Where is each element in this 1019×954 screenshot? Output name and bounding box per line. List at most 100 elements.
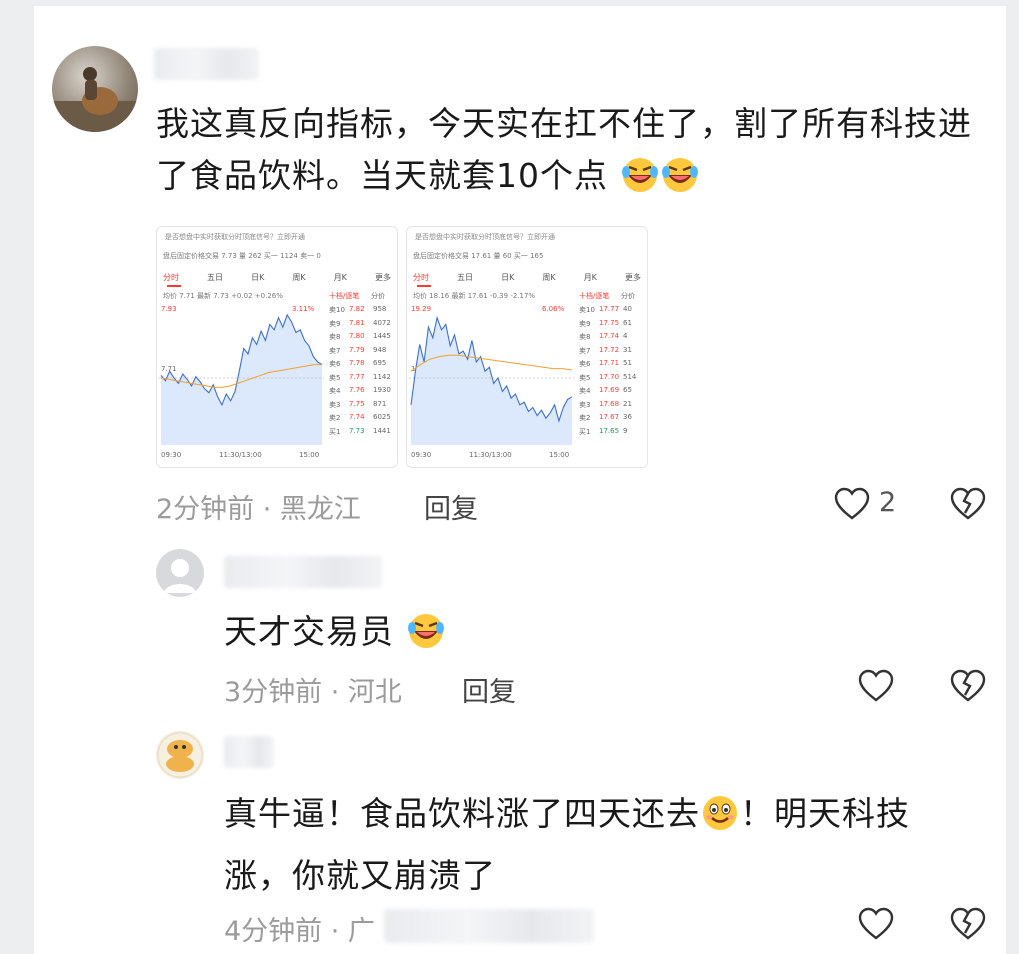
book-level-label: 卖2: [329, 414, 341, 422]
like-button[interactable]: [856, 904, 896, 944]
chart-banner: 是否想盘中实时获取分时顶底信号？立即开通: [165, 233, 305, 241]
avatar[interactable]: [156, 731, 204, 779]
book-level-price: 17.65: [599, 426, 620, 435]
book-level-label: 卖4: [579, 387, 591, 395]
username-blurred[interactable]: [154, 48, 259, 80]
comment-time-location: 4分钟前 · 广: [224, 916, 375, 947]
book-level-volume: 4072: [373, 318, 391, 327]
book-level-label: 卖9: [329, 319, 341, 328]
chart-tab[interactable]: 月K: [584, 272, 597, 283]
tab-underline: [167, 285, 181, 287]
chart-tab[interactable]: 日K: [251, 272, 264, 283]
book-level-price: 17.70: [599, 372, 620, 381]
reply-line-1-tail: ！明天科技: [740, 794, 910, 833]
reply-text-content: 天才交易员: [224, 612, 394, 651]
reply-line-2: 涨，你就又崩溃了: [224, 856, 496, 895]
dislike-button[interactable]: [948, 904, 988, 944]
comment-time-location: 2分钟前 · 黑龙江: [156, 494, 361, 525]
book-level-label: 买1: [329, 427, 341, 436]
avatar-photo-icon: [52, 67, 138, 132]
chart-tab[interactable]: 五日: [457, 272, 473, 283]
book-level-volume: 1930: [373, 386, 391, 394]
broken-heart-icon: [950, 669, 986, 702]
chart-banner: 是否想盘中实时获取分时顶底信号？立即开通: [415, 233, 555, 241]
book-level-volume: 40: [623, 305, 632, 313]
like-button[interactable]: [832, 484, 872, 524]
chart-tab[interactable]: 周K: [542, 272, 555, 283]
book-level-label: 卖10: [329, 306, 345, 314]
book-level-volume: 1441: [373, 426, 391, 435]
username-blurred[interactable]: [224, 736, 274, 768]
book-level-label: 卖4: [329, 387, 341, 395]
stock-chart-thumbnail[interactable]: 是否想盘中实时获取分时顶底信号？立即开通 盘后固定价格交易 17.61 量 60 …: [406, 226, 648, 468]
book-level-volume: 1142: [373, 372, 391, 381]
reply-button[interactable]: 回复: [424, 487, 478, 526]
comment-time-location: 3分钟前 · 河北: [224, 677, 402, 708]
comment-line-1: 我这真反向指标，今天实在扛不住了，割了所有科技进: [156, 104, 972, 143]
book-level-label: 卖8: [329, 333, 341, 341]
chart-tab[interactable]: 更多: [375, 272, 391, 283]
book-level-price: 7.77: [349, 372, 365, 381]
book-level-label: 卖7: [329, 346, 341, 355]
book-level-price: 17.75: [599, 318, 620, 327]
book-level-volume: 514: [623, 372, 637, 381]
comment-line-2-text: 了食品饮料。当天就套10个点: [156, 156, 608, 195]
heart-outline-icon: [858, 669, 894, 702]
dislike-button[interactable]: [948, 484, 988, 524]
avatar[interactable]: [52, 46, 138, 132]
book-level-price: 17.69: [599, 386, 620, 394]
chart-stats: 均价 18.16 最新 17.61 -0.39 -2.17%: [413, 292, 536, 300]
reply-line-1-text: 真牛逼！食品饮料涨了四天还去: [224, 794, 700, 833]
book-level-label: 卖9: [579, 319, 591, 328]
book-level-volume: 51: [623, 359, 632, 367]
book-level-volume: 695: [373, 359, 387, 367]
book-level-price: 17.71: [599, 359, 620, 367]
dislike-button[interactable]: [948, 666, 988, 706]
book-level-volume: 61: [623, 318, 632, 327]
book-level-label: 买1: [579, 427, 591, 436]
stock-chart-thumbnail[interactable]: 是否想盘中实时获取分时顶底信号？立即开通 盘后固定价格交易 7.73 量 262 …: [156, 226, 398, 468]
comment-feed: 我这真反向指标，今天实在扛不住了，割了所有科技进 了食品饮料。当天就套10个点 …: [34, 6, 1006, 954]
book-level-label: 卖3: [329, 400, 341, 409]
cartoon-avatar-icon: [157, 732, 203, 778]
book-level-label: 卖7: [579, 346, 591, 355]
price-area: [411, 317, 572, 445]
intraday-price-chart: [159, 313, 324, 445]
book-header: 十档/逐笔: [329, 292, 360, 300]
chart-tab[interactable]: 日K: [501, 272, 514, 283]
laughing-crying-emoji: [406, 611, 446, 664]
laughing-crying-emoji: [660, 155, 700, 208]
chart-tab[interactable]: 分时: [163, 272, 179, 283]
book-level-volume: 9: [623, 426, 628, 435]
chart-tab[interactable]: 更多: [625, 272, 641, 283]
laughing-crying-emoji: [620, 155, 660, 208]
book-level-price: 7.75: [349, 399, 365, 408]
reply-line-1: 真牛逼！食品饮料涨了四天还去 ！明天科技: [224, 788, 984, 846]
book-header-2: 分价: [621, 292, 635, 300]
watermark-blurred: [384, 909, 594, 943]
intraday-price-chart: [409, 315, 574, 445]
reply-text: 真牛逼！食品饮料涨了四天还去 ！明天科技 涨，你就又崩溃了: [224, 788, 984, 902]
chart-quote: 盘后固定价格交易 17.61 量 60 买一 165: [413, 252, 544, 260]
book-level-volume: 871: [373, 399, 387, 408]
reply-button[interactable]: 回复: [462, 670, 516, 709]
book-level-price: 17.72: [599, 345, 620, 354]
book-level-volume: 36: [623, 413, 632, 421]
book-level-price: 7.78: [349, 359, 365, 367]
avatar[interactable]: [156, 549, 204, 597]
chart-tab[interactable]: 五日: [207, 272, 223, 283]
book-level-volume: 31: [623, 345, 632, 354]
book-level-price: 17.74: [599, 332, 620, 340]
chart-tab[interactable]: 分时: [413, 272, 429, 283]
like-button[interactable]: [856, 666, 896, 706]
like-count: 2: [879, 487, 897, 518]
chart-stats: 均价 7.71 最新 7.73 +0.02 +0.26%: [163, 292, 283, 300]
book-level-price: 7.79: [349, 345, 365, 354]
chart-tab[interactable]: 周K: [292, 272, 305, 283]
book-level-label: 卖3: [579, 400, 591, 409]
chart-tab[interactable]: 月K: [334, 272, 347, 283]
broken-heart-icon: [950, 487, 986, 520]
price-area: [161, 315, 322, 445]
username-blurred[interactable]: [224, 556, 382, 588]
book-level-price: 7.74: [349, 413, 365, 421]
